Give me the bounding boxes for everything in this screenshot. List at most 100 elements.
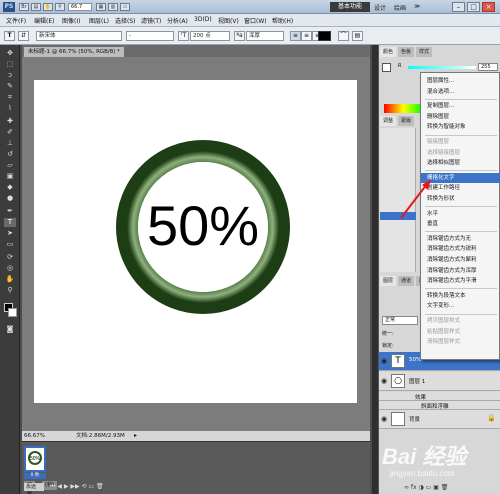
text-orientation-icon[interactable]: ⇵ [18, 31, 29, 41]
context-menu-item[interactable]: 消除锯齿方式为浑厚 [421, 266, 500, 277]
text-color-swatch[interactable] [318, 31, 331, 41]
menu-help[interactable]: 帮助(H) [272, 16, 293, 25]
eraser-tool-icon[interactable]: ▱ [4, 161, 16, 170]
antialias-select[interactable]: 浑厚 [246, 31, 284, 41]
context-menu-item[interactable]: 消除锯齿方式为平滑 [421, 276, 500, 287]
document-tab[interactable]: 未标题-1 @ 66.7% (50%, RGB/8) * [24, 47, 124, 57]
crop-tool-icon[interactable]: ⌗ [4, 93, 16, 102]
tab-layers[interactable]: 图层 [380, 276, 397, 286]
menu-3d[interactable]: 3D(D) [194, 16, 212, 23]
lasso-tool-icon[interactable]: ↄ [4, 71, 16, 80]
context-menu-item[interactable]: 消除锯齿方式为无 [421, 234, 500, 245]
menu-select[interactable]: 选择(S) [115, 16, 136, 25]
layer-row-background[interactable]: ◉ 背景 🔒 [379, 410, 500, 429]
context-menu-item[interactable]: 转换为智能对象 [421, 122, 500, 133]
workspace-painting-link[interactable]: 绘画 [394, 3, 406, 12]
eye-icon[interactable]: ◉ [381, 357, 387, 365]
frame-delay-label[interactable]: 0 秒 [24, 473, 46, 479]
menu-layer[interactable]: 图层(L) [89, 16, 109, 25]
context-menu-item[interactable]: 转换为段落文本 [421, 291, 500, 302]
pen-tool-icon[interactable]: ✒ [4, 207, 16, 216]
align-center-button[interactable]: ≡ [301, 31, 312, 41]
context-menu-item[interactable]: 消除锯齿方式为锐利 [421, 244, 500, 255]
gradient-tool-icon[interactable]: ▣ [4, 172, 16, 181]
layer-row-ring[interactable]: ◉ ○ 图层 1 [379, 372, 500, 391]
zoom-icon[interactable]: ⚲ [55, 3, 65, 11]
quick-select-tool-icon[interactable]: ✎ [4, 82, 16, 91]
red-slider[interactable]: R 255 [398, 63, 500, 71]
eye-icon[interactable]: ◉ [381, 415, 387, 423]
path-select-tool-icon[interactable]: ➤ [4, 229, 16, 238]
type-tool-preset-icon[interactable]: T [4, 31, 15, 41]
context-menu-item[interactable]: 删除图层 [421, 112, 500, 123]
history-brush-tool-icon[interactable]: ↺ [4, 150, 16, 159]
menu-filter[interactable]: 滤镜(T) [141, 16, 161, 25]
hand-icon[interactable]: ✋ [43, 3, 53, 11]
screen-mode-icon[interactable]: ▭ [120, 3, 130, 11]
marquee-tool-icon[interactable]: ⬚ [4, 60, 16, 69]
healing-brush-tool-icon[interactable]: ✚ [4, 117, 16, 126]
layer-effects-row[interactable]: 效果 [379, 392, 500, 401]
tab-color[interactable]: 颜色 [380, 47, 397, 57]
tab-adjustments[interactable]: 调整 [380, 116, 397, 126]
tab-channels[interactable]: 通道 [398, 276, 415, 286]
background-color-swatch[interactable] [8, 308, 17, 317]
warp-text-icon[interactable]: ⌒ [338, 31, 349, 41]
eye-icon[interactable]: ◉ [381, 377, 387, 385]
font-family-select[interactable]: 新宋体 [36, 31, 122, 41]
context-menu-item[interactable]: 混合选项... [421, 87, 500, 98]
context-menu-item[interactable]: 复制图层... [421, 101, 500, 112]
workspace-more-link[interactable]: ≫ [414, 3, 420, 10]
context-menu-item[interactable]: 图层属性... [421, 76, 500, 87]
tab-styles[interactable]: 样式 [416, 47, 433, 57]
color-foreground-swatch[interactable] [382, 63, 391, 72]
tab-masks[interactable]: 蒙版 [398, 116, 415, 126]
menu-view[interactable]: 视图(V) [218, 16, 239, 25]
menu-edit[interactable]: 编辑(E) [34, 16, 54, 25]
align-left-button[interactable]: ≡ [290, 31, 301, 41]
font-size-select[interactable]: 200 点 [190, 31, 230, 41]
minibridge-icon[interactable]: ▤ [31, 3, 41, 11]
maximize-button[interactable]: □ [467, 2, 480, 12]
arrange-icon[interactable]: ▥ [108, 3, 118, 11]
brush-tool-icon[interactable]: ✐ [4, 128, 16, 137]
character-panel-icon[interactable]: ▤ [352, 31, 363, 41]
menu-file[interactable]: 文件(F) [6, 16, 26, 25]
loop-select[interactable]: 永远 [24, 483, 44, 491]
blend-mode-select[interactable]: 正常 [382, 316, 418, 325]
move-tool-icon[interactable]: ✥ [4, 49, 16, 58]
zoom-tool-icon[interactable]: ⚲ [4, 286, 16, 295]
red-value[interactable]: 255 [478, 63, 498, 71]
zoom-field[interactable]: 66.7 [68, 3, 92, 11]
menu-image[interactable]: 图像(I) [62, 16, 80, 25]
font-style-select[interactable]: - [126, 31, 174, 41]
hand-tool-icon[interactable]: ✋ [4, 275, 16, 284]
3d-rotate-tool-icon[interactable]: ⟳ [4, 253, 16, 262]
menu-analysis[interactable]: 分析(A) [167, 16, 188, 25]
animation-frame-thumb[interactable]: 50% [24, 446, 46, 472]
canvas-text[interactable]: 50% [147, 194, 259, 257]
layer-bevel-row[interactable]: 斜面和浮雕 [379, 401, 500, 410]
grid-icon[interactable]: ▦ [96, 3, 106, 11]
context-menu-item[interactable]: 文字变形... [421, 301, 500, 312]
shape-tool-icon[interactable]: ▭ [4, 240, 16, 249]
status-arrow-icon[interactable]: ▸ [134, 431, 137, 441]
close-button[interactable]: × [482, 2, 495, 12]
layer-actions-icon[interactable]: ∞ fx ◑ ▭ ▣ 🗑 [404, 484, 448, 491]
workspace-essentials-button[interactable]: 基本功能 [330, 2, 370, 12]
menu-window[interactable]: 窗口(W) [244, 16, 267, 25]
blur-tool-icon[interactable]: ◆ [4, 183, 16, 192]
playback-controls-icon[interactable]: ⏮ ◀ ▶ ▶▶ ⟲ ▭ 🗑 [50, 483, 104, 491]
context-menu-item[interactable]: 消除锯齿方式为犀利 [421, 255, 500, 266]
workspace-design-link[interactable]: 设计 [374, 3, 386, 12]
clone-stamp-tool-icon[interactable]: ⊥ [4, 139, 16, 148]
3d-orbit-tool-icon[interactable]: ◎ [4, 264, 16, 273]
status-zoom[interactable]: 66.67% [24, 431, 45, 441]
context-menu-item[interactable]: 选择相似图层 [421, 158, 500, 169]
quick-mask-icon[interactable]: ◙ [4, 325, 16, 334]
eyedropper-tool-icon[interactable]: ⌇ [4, 104, 16, 113]
minimize-button[interactable]: – [452, 2, 465, 12]
bridge-icon[interactable]: Br [19, 3, 29, 11]
dodge-tool-icon[interactable]: ● [4, 194, 16, 203]
type-tool-icon[interactable]: T [4, 218, 16, 227]
